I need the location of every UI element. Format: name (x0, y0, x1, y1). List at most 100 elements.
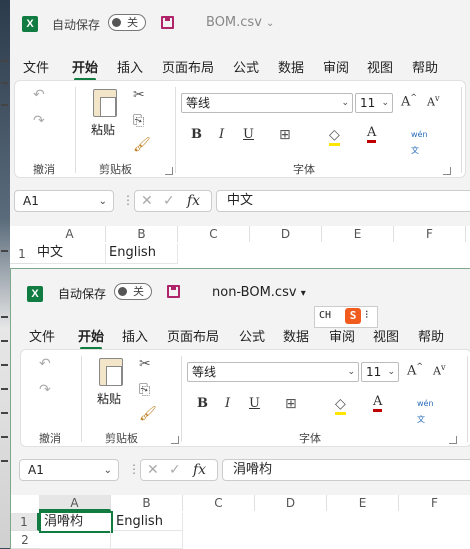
autosave-toggle[interactable]: 关 (108, 14, 146, 31)
bold-button[interactable]: B (191, 127, 202, 142)
decrease-font-icon[interactable]: Av (433, 363, 445, 378)
save-icon[interactable] (161, 16, 174, 29)
border-icon[interactable]: ⊞ (279, 127, 291, 143)
cell-a2[interactable] (39, 531, 111, 549)
cell-b1[interactable]: English (106, 244, 178, 264)
underline-button[interactable]: U (243, 127, 254, 142)
font-color-icon[interactable]: A (367, 125, 377, 143)
clipboard-dialog-launcher-icon[interactable] (171, 436, 179, 444)
tab-data[interactable]: 数据 (278, 57, 304, 76)
undo-icon[interactable]: ↶ (39, 356, 51, 372)
column-header-f[interactable]: F (394, 226, 466, 242)
tab-formulas[interactable]: 公式 (233, 57, 259, 76)
redo-icon[interactable]: ↷ (39, 382, 51, 398)
fill-color-icon[interactable]: ◇ (335, 396, 346, 415)
column-header-e[interactable]: E (327, 495, 399, 511)
row-header-2[interactable]: 2 (11, 531, 39, 549)
paste-icon[interactable] (93, 89, 117, 117)
font-dialog-launcher-icon[interactable] (443, 167, 451, 175)
file-name[interactable]: non-BOM.csv ▾ (212, 285, 306, 300)
cut-icon[interactable]: ✂ (133, 87, 145, 103)
formula-input[interactable]: 涓嗗枃 (222, 459, 470, 481)
column-header-c[interactable]: C (178, 226, 250, 242)
bold-button[interactable]: B (197, 396, 208, 411)
clipboard-dialog-launcher-icon[interactable] (165, 167, 173, 175)
decrease-font-icon[interactable]: Av (427, 94, 439, 109)
insert-function-button[interactable]: fx (187, 193, 200, 209)
font-size-select[interactable]: 11 ⌄ (361, 362, 399, 382)
cell-b1[interactable]: English (113, 513, 183, 531)
autosave-toggle[interactable]: 关 (114, 283, 152, 300)
italic-button[interactable]: I (219, 127, 224, 142)
tab-insert[interactable]: 插入 (117, 57, 143, 76)
font-size-select[interactable]: 11 ⌄ (355, 93, 393, 113)
font-dialog-launcher-icon[interactable] (449, 436, 457, 444)
column-header-c[interactable]: C (183, 495, 255, 511)
cell-a1[interactable]: 中文 (34, 244, 106, 264)
cell-b2[interactable] (111, 531, 183, 549)
column-header-f[interactable]: F (399, 495, 470, 511)
name-box[interactable]: A1 ⌄ (14, 190, 114, 212)
tab-page-layout[interactable]: 页面布局 (162, 57, 214, 76)
ime-menu-icon[interactable]: ⁝ (365, 308, 369, 321)
increase-font-icon[interactable]: A^ (401, 93, 417, 109)
tab-data[interactable]: 数据 (283, 326, 309, 345)
paste-icon[interactable] (99, 358, 123, 386)
format-painter-icon[interactable]: 🖌 (133, 137, 151, 153)
tab-home[interactable]: 开始 (78, 326, 104, 350)
tab-file[interactable]: 文件 (29, 326, 55, 345)
copy-icon[interactable]: ⎘ (139, 382, 150, 398)
formula-input[interactable]: 中文 (216, 190, 470, 212)
font-color-icon[interactable]: A (373, 394, 383, 412)
cancel-icon[interactable]: ✕ (141, 193, 153, 209)
column-header-e[interactable]: E (322, 226, 394, 242)
paste-button-label[interactable]: 粘贴 (97, 390, 121, 407)
increase-font-icon[interactable]: A^ (407, 362, 423, 378)
tab-view[interactable]: 视图 (373, 326, 399, 345)
tab-file[interactable]: 文件 (23, 57, 49, 76)
save-icon[interactable] (167, 285, 180, 298)
file-name[interactable]: BOM.csv ⌄ (206, 15, 274, 30)
font-name-select[interactable]: 等线 ⌄ (187, 362, 359, 382)
column-header-b[interactable]: B (106, 226, 178, 242)
italic-button[interactable]: I (225, 396, 230, 411)
tab-insert[interactable]: 插入 (122, 326, 148, 345)
tab-formulas[interactable]: 公式 (239, 326, 265, 345)
tab-help[interactable]: 帮助 (412, 57, 438, 76)
tab-view[interactable]: 视图 (367, 57, 393, 76)
phonetic-icon[interactable]: wén 文 (417, 396, 434, 428)
column-header-d[interactable]: D (250, 226, 322, 242)
copy-icon[interactable]: ⎘ (133, 113, 144, 129)
column-header-d[interactable]: D (255, 495, 327, 511)
underline-button[interactable]: U (249, 396, 260, 411)
insert-function-button[interactable]: fx (193, 462, 206, 478)
format-painter-icon[interactable]: 🖌 (139, 406, 157, 422)
fill-color-icon[interactable]: ◇ (329, 127, 340, 146)
phonetic-icon[interactable]: wén 文 (411, 127, 428, 159)
cut-icon[interactable]: ✂ (139, 356, 151, 372)
column-header-b[interactable]: B (111, 495, 183, 511)
font-name-select[interactable]: 等线 ⌄ (181, 93, 353, 113)
undo-icon[interactable]: ↶ (33, 87, 45, 103)
tab-help[interactable]: 帮助 (418, 326, 444, 345)
ime-mode[interactable]: CH (319, 310, 331, 321)
cell-a1[interactable]: 涓嗗枃 (39, 511, 113, 533)
tab-page-layout[interactable]: 页面布局 (167, 326, 219, 345)
background-window-edge (0, 0, 10, 548)
tab-home[interactable]: 开始 (72, 57, 98, 81)
group-clipboard-label: 剪贴板 (105, 432, 138, 445)
redo-icon[interactable]: ↷ (33, 113, 45, 129)
enter-icon[interactable]: ✓ (163, 193, 175, 209)
enter-icon[interactable]: ✓ (169, 462, 181, 478)
name-box[interactable]: A1 ⌄ (19, 459, 119, 481)
row-header-1[interactable]: 1 (10, 244, 34, 264)
column-header-a[interactable]: A (34, 226, 106, 242)
border-icon[interactable]: ⊞ (285, 396, 297, 412)
row-header-1[interactable]: 1 (11, 513, 39, 531)
tab-review[interactable]: 审阅 (329, 326, 355, 345)
paste-button-label[interactable]: 粘贴 (91, 121, 115, 138)
tab-review[interactable]: 审阅 (323, 57, 349, 76)
column-header-a[interactable]: A (39, 495, 111, 511)
ime-toolbar[interactable]: CH S ⁝ (314, 306, 378, 328)
cancel-icon[interactable]: ✕ (147, 462, 159, 478)
